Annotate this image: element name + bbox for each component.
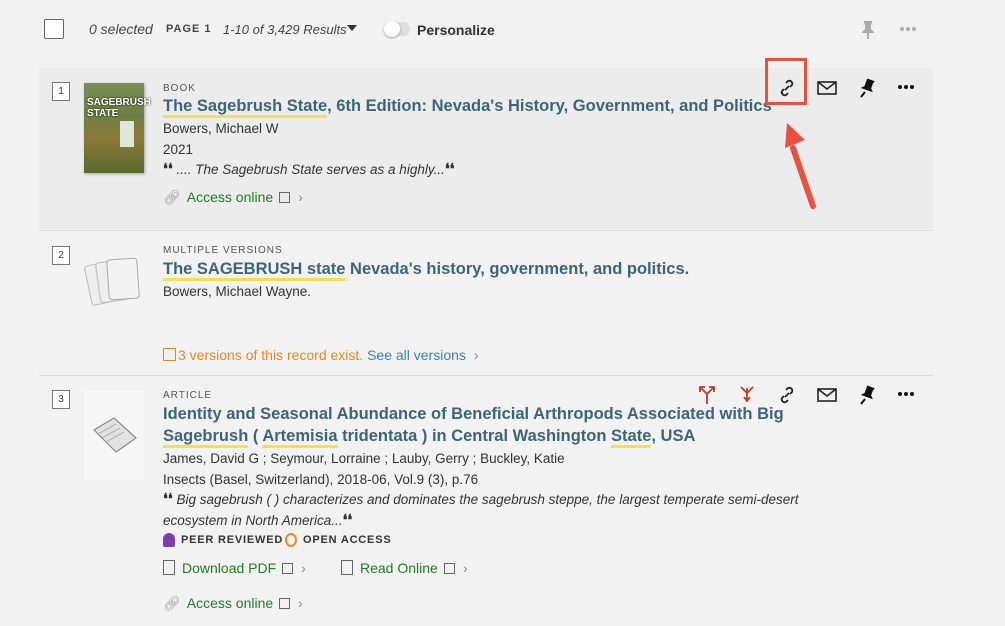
result-title[interactable]: The Sagebrush State, 6th Edition: Nevada… [163,95,772,118]
versions-notice[interactable]: 3 versions of this record exist. See all… [163,347,479,363]
external-link-icon [443,563,455,574]
quote-close-icon: ❛❛ [444,160,455,178]
access-label: Access online [186,189,274,205]
title-highlight: State [611,427,652,448]
document-icon [341,560,353,575]
chevron-down-icon[interactable] [347,25,357,31]
versions-icon [163,348,176,361]
title-line-2: Sagebrush ( Artemisia tridentata ) in Ce… [163,425,784,448]
link-icon: 🔗︎ [163,595,181,611]
result-number: 1 [52,82,70,101]
result-item[interactable]: 3 ARTICLE Identity and Seasonal Abundanc… [39,375,933,626]
title-rest: , 6th Edition: Nevada's History, Governm… [327,97,772,115]
pdf-icon [163,560,175,575]
article-thumbnail [84,390,144,480]
result-type: ARTICLE [163,390,213,401]
title-rest: Nevada's history, government, and politi… [345,260,690,278]
read-online-label: Read Online [360,560,438,576]
open-access-label: OPEN ACCESS [303,533,392,546]
access-online-link[interactable]: 🔗︎ Access online › [163,595,303,612]
results-count-dropdown[interactable]: 1-10 of 3,429 Results [223,22,347,37]
citation-trail-in-icon[interactable] [736,384,758,406]
title-text: , USA [651,427,696,445]
access-label: Access online [186,595,274,611]
email-icon[interactable] [816,77,838,99]
chevron-right-icon: › [301,560,306,576]
peer-reviewed-badge: PEER REVIEWED [163,533,283,547]
peer-reviewed-icon [163,533,175,547]
cover-text: SAGEBRUSH STATE [87,97,151,119]
title-highlight: The SAGEBRUSH state [163,260,346,281]
result-author: Bowers, Michael W [163,121,279,136]
annotation-arrow-icon [785,123,816,209]
pin-icon[interactable] [860,20,876,40]
see-all-versions-link[interactable]: See all versions [367,347,466,363]
pin-icon[interactable] [856,384,878,406]
more-options-icon[interactable] [898,20,918,38]
download-pdf-link[interactable]: Download PDF › [163,560,306,576]
quote-open-icon: ❛❛ [163,160,173,178]
page-label: PAGE 1 [166,23,212,35]
versions-text: 3 versions of this record exist. [178,347,364,363]
peer-reviewed-label: PEER REVIEWED [181,533,284,546]
result-title[interactable]: Identity and Seasonal Abundance of Benef… [163,403,784,448]
pin-icon[interactable] [856,77,878,99]
chevron-right-icon: › [462,560,468,576]
result-title[interactable]: The SAGEBRUSH state Nevada's history, go… [163,258,690,281]
permalink-icon[interactable] [776,384,798,406]
citation-trail-out-icon[interactable] [696,384,718,406]
external-link-icon [282,563,294,574]
open-access-badge: OPEN ACCESS [285,533,391,547]
chevron-right-icon: › [473,347,479,363]
result-source: Insects (Basel, Switzerland), 2018-06, V… [163,472,479,487]
quote-close-icon: ❛❛ [342,511,353,529]
download-label: Download PDF [182,560,277,576]
quote-open-icon: ❛❛ [163,490,173,508]
selected-count: 0 selected [89,21,153,37]
result-type: MULTIPLE VERSIONS [163,245,283,256]
result-author: Bowers, Michael Wayne. [163,284,312,299]
more-options-icon[interactable] [895,384,917,406]
snippet-text: .... The Sagebrush State serves as a hig… [176,162,445,177]
personalize-label: Personalize [417,22,495,38]
select-all-checkbox[interactable] [44,19,64,39]
result-snippet: ❛❛ Big sagebrush ( ) characterizes and d… [163,489,843,531]
external-link-icon [279,192,291,203]
personalize-toggle[interactable] [384,21,410,37]
title-line-1: Identity and Seasonal Abundance of Benef… [163,405,784,423]
title-text: tridentata ) in Central Washington [337,427,612,445]
title-highlight: Sagebrush [163,427,249,448]
more-options-icon[interactable] [895,77,917,99]
link-icon: 🔗︎ [163,189,181,205]
open-access-icon [285,533,297,547]
annotation-highlight-box [765,58,807,105]
chevron-right-icon: › [298,595,303,611]
email-icon[interactable] [816,384,838,406]
cover-building [120,121,134,147]
result-number: 2 [52,246,70,265]
result-item[interactable]: 2 MULTIPLE VERSIONS The SAGEBRUSH state … [39,230,933,375]
read-online-link[interactable]: Read Online › [341,560,468,576]
result-year: 2021 [163,142,194,157]
snippet-text: ecosystem in North America... [163,513,343,528]
access-online-link[interactable]: 🔗︎ Access online › [163,189,303,206]
result-type: BOOK [163,83,196,94]
external-link-icon [279,598,291,609]
title-highlight: The Sagebrush State [163,97,328,118]
multiple-versions-thumbnail [84,257,140,306]
snippet-text: Big sagebrush ( ) characterizes and domi… [176,492,799,507]
result-snippet: ❛❛ .... The Sagebrush State serves as a … [163,159,455,180]
result-authors: James, David G ; Seymour, Lorraine ; Lau… [163,451,565,466]
title-highlight: Artemisia [262,427,338,448]
result-number: 3 [52,390,70,409]
title-text: ( [248,427,263,445]
chevron-right-icon: › [298,189,303,205]
book-cover[interactable]: SAGEBRUSH STATE [84,83,151,173]
